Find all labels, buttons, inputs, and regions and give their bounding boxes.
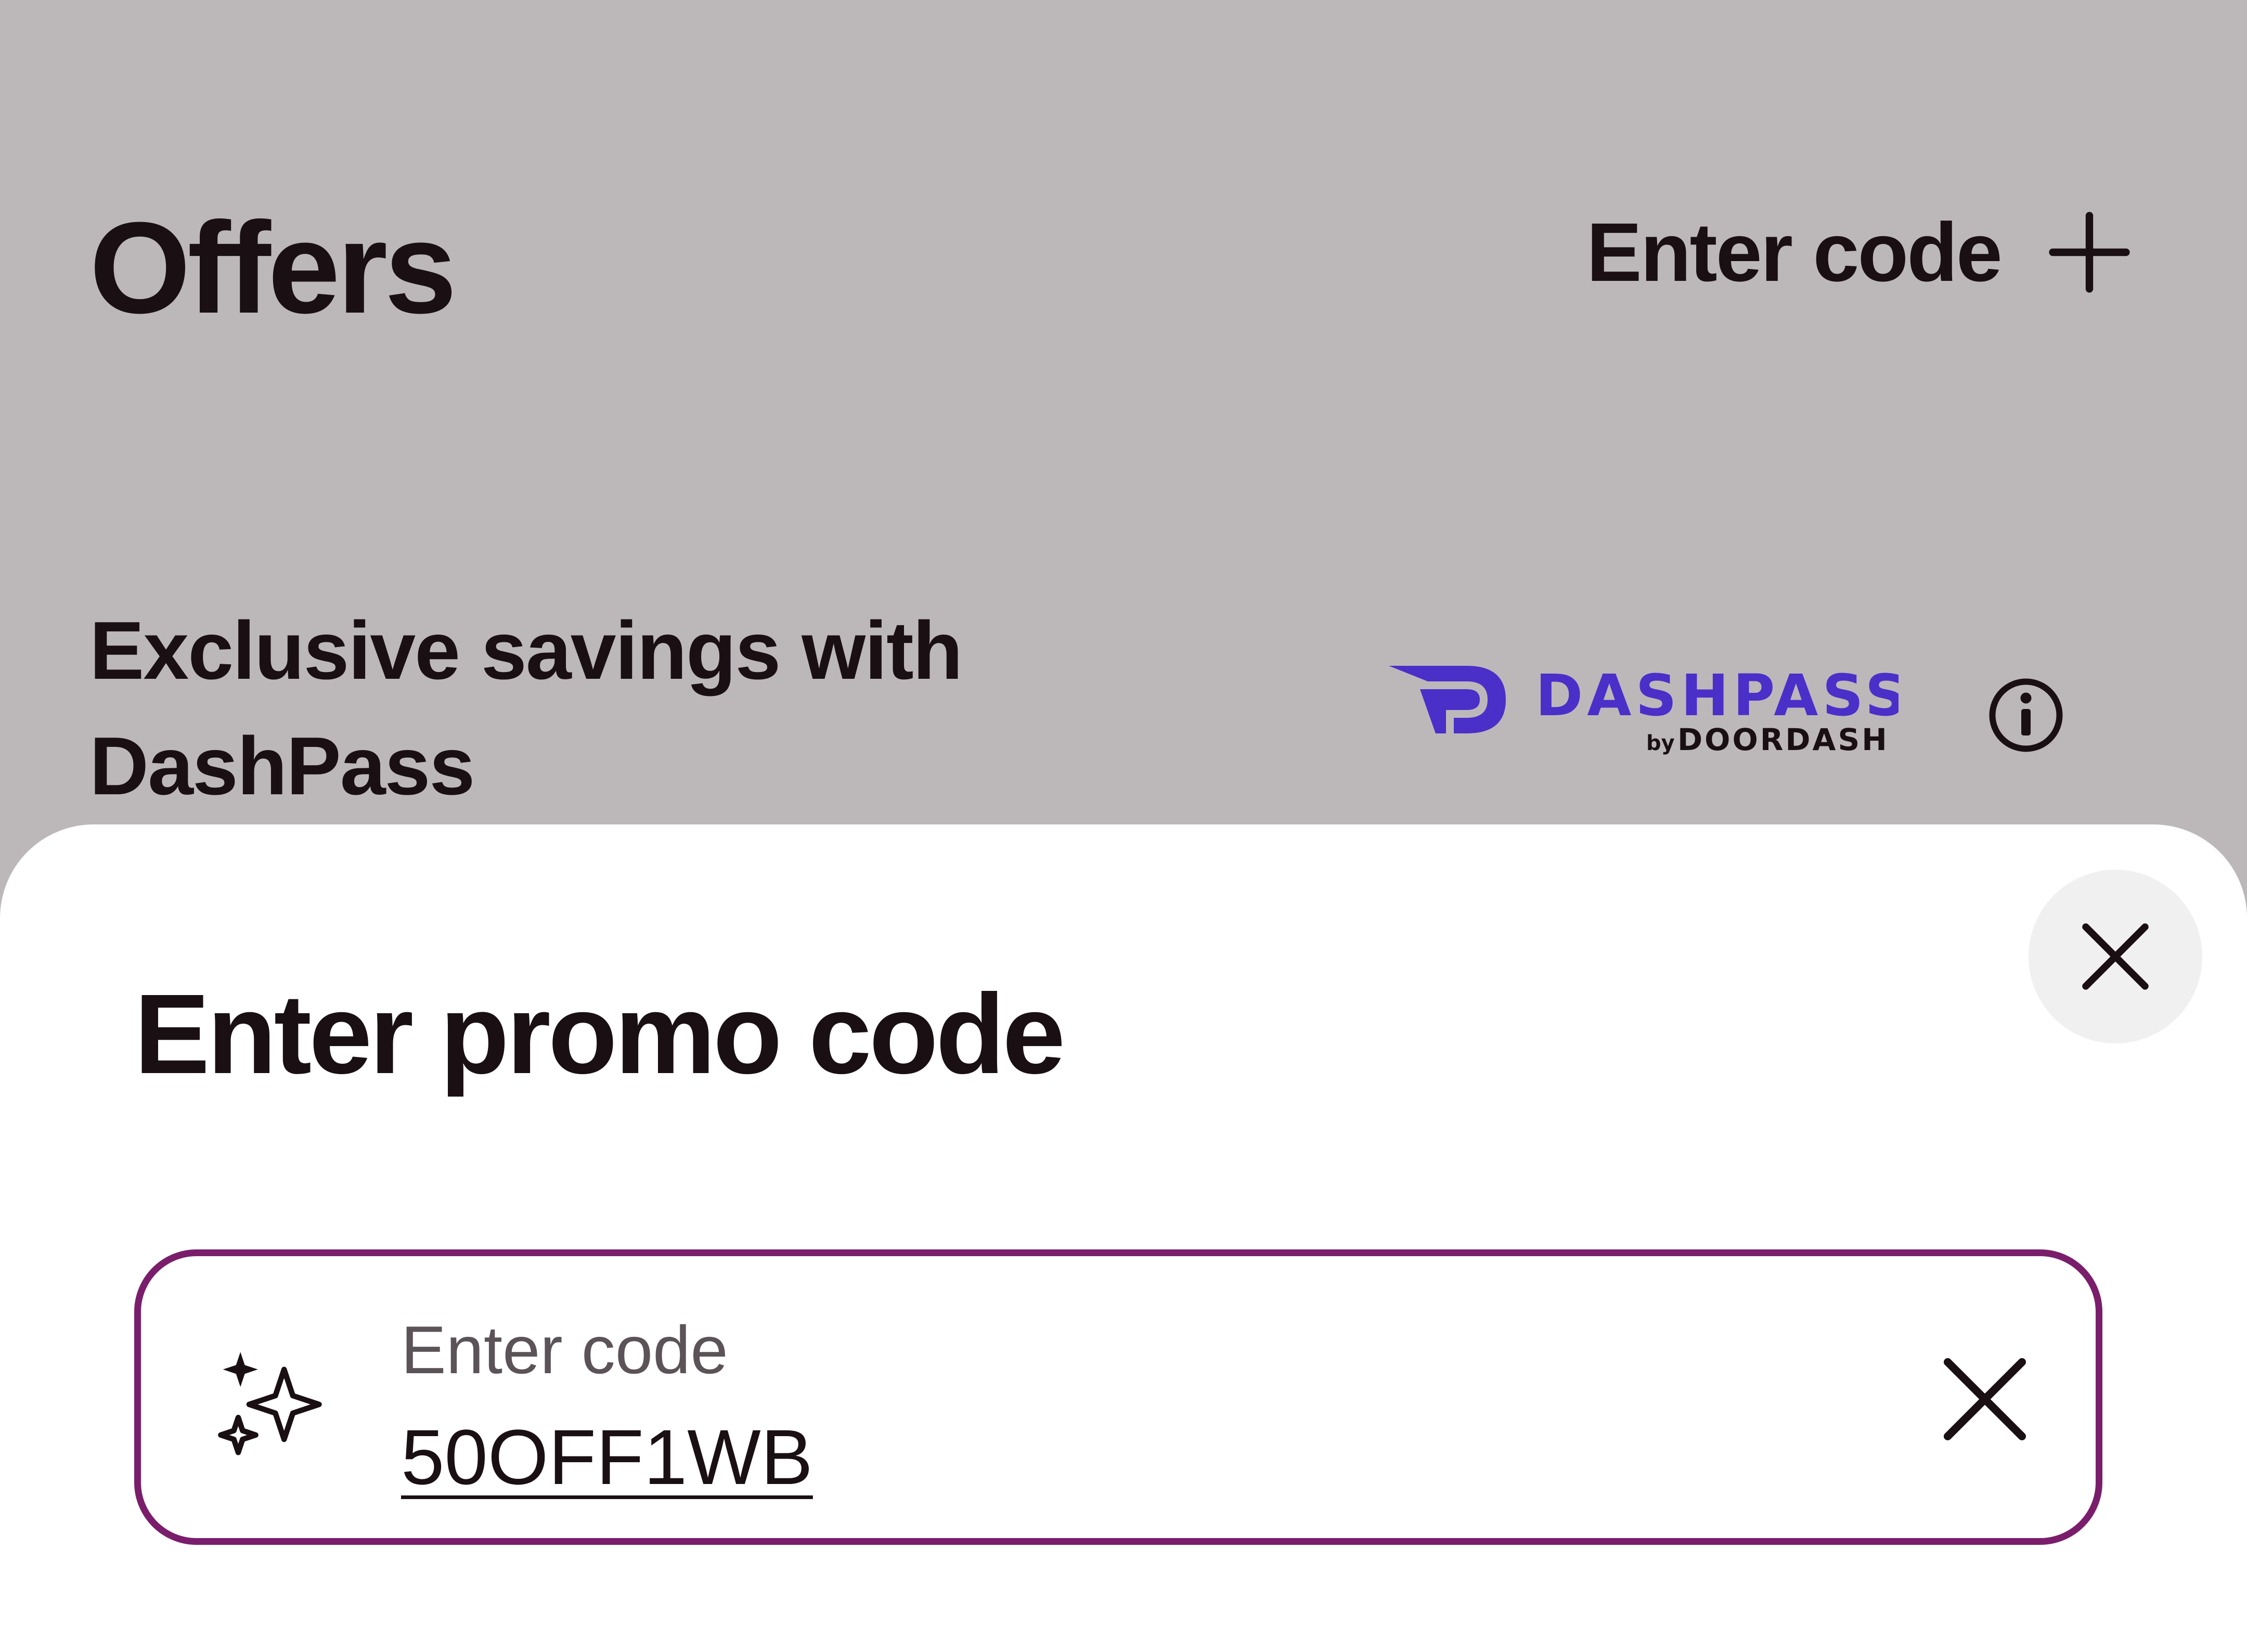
promo-field-label: Enter code bbox=[401, 1312, 728, 1388]
dashpass-section-heading: Exclusive savings with DashPass bbox=[89, 605, 963, 812]
info-icon[interactable] bbox=[1987, 676, 2065, 754]
close-sheet-button[interactable] bbox=[2029, 870, 2202, 1043]
enter-code-label: Enter code bbox=[1586, 205, 2003, 299]
dashpass-logo: DASHPASS by DOORDASH bbox=[1389, 662, 1899, 757]
promo-code-input[interactable] bbox=[401, 1412, 1701, 1502]
close-icon bbox=[2082, 923, 2149, 990]
enter-code-button[interactable]: Enter code bbox=[1586, 205, 2131, 299]
offers-page-background: Offers Enter code Exclusive savings with… bbox=[0, 0, 2247, 884]
clear-icon[interactable] bbox=[1941, 1355, 2029, 1443]
dashpass-company-text: DOORDASH bbox=[1677, 722, 1889, 757]
sparkle-icon bbox=[218, 1352, 322, 1455]
page-title: Offers bbox=[89, 195, 457, 340]
dashpass-by-text: by bbox=[1646, 731, 1675, 755]
sheet-title: Enter promo code bbox=[134, 971, 1065, 1098]
dashpass-brand-text: DASHPASS bbox=[1535, 662, 1899, 729]
plus-icon bbox=[2049, 212, 2130, 293]
promo-code-field[interactable]: Enter code bbox=[134, 1249, 2102, 1545]
